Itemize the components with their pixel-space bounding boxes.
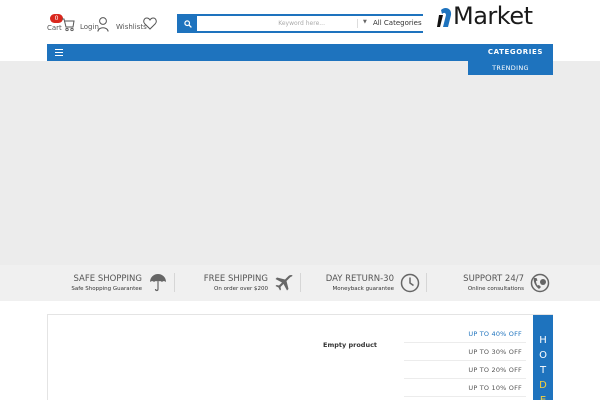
deal-tab-10[interactable]: UP TO 10% OFF (404, 379, 526, 397)
umbrella-icon (150, 274, 166, 292)
search-input[interactable] (199, 16, 329, 31)
hero-slider (0, 61, 600, 265)
cart-icon (62, 18, 75, 32)
feature-title: DAY RETURN-30 (325, 274, 394, 284)
deal-tab-40[interactable]: UP TO 40% OFF (404, 325, 526, 343)
search-icon (184, 19, 192, 28)
heart-icon (143, 17, 157, 30)
feature-subtitle: On order over $200 (214, 286, 268, 292)
category-select-label: All Categories (373, 19, 422, 27)
feature-free-shipping: FREE SHIPPING On order over $200 (176, 272, 298, 296)
empty-product-text: Empty product (323, 341, 378, 349)
caret-down-icon: ▼ (363, 19, 367, 25)
feature-support: SUPPORT 24/7 Online consultations (428, 272, 554, 296)
cart-label: Cart (47, 24, 62, 32)
hot-letter: O (539, 350, 547, 361)
divider (426, 273, 427, 292)
user-icon (97, 17, 109, 32)
divider (174, 273, 175, 292)
clock-icon (400, 273, 420, 293)
categories-button[interactable]: CATEGORIES (488, 48, 543, 56)
hot-deals-label: H O T D E (533, 315, 553, 400)
search-button[interactable] (179, 16, 197, 31)
feature-subtitle: Safe Shopping Guarantee (71, 286, 142, 292)
feature-title: SAFE SHOPPING (73, 274, 142, 284)
divider (357, 19, 358, 28)
features-strip: SAFE SHOPPING Safe Shopping Guarantee FR… (0, 265, 600, 301)
main-navbar: CATEGORIES (47, 44, 553, 61)
hot-letter: E (533, 393, 553, 400)
hot-letter: T (539, 365, 547, 376)
hot-deals-panel: Empty product UP TO 40% OFF UP TO 30% OF… (47, 314, 553, 400)
page: 0 Cart Login Wishlists Keyword here... ▼… (0, 0, 600, 400)
feature-title: FREE SHIPPING (203, 274, 268, 284)
feature-day-return: DAY RETURN-30 Moneyback guarantee (302, 272, 424, 296)
hot-letter: D (539, 380, 547, 391)
feature-title: SUPPORT 24/7 (463, 274, 524, 284)
phone-24h-icon (530, 273, 550, 293)
feature-subtitle: Online consultations (467, 286, 524, 292)
deal-tab-30[interactable]: UP TO 30% OFF (404, 343, 526, 361)
logo-text: Market (453, 2, 533, 30)
search-bar: ▼ All Categories (177, 14, 423, 33)
hamburger-menu-icon[interactable] (55, 49, 63, 56)
deal-tab-20[interactable]: UP TO 20% OFF (404, 361, 526, 379)
feature-subtitle: Moneyback guarantee (332, 286, 394, 292)
feature-safe-shopping: SAFE SHOPPING Safe Shopping Guarantee (46, 272, 172, 296)
cart-button[interactable]: 0 Cart (47, 14, 79, 34)
category-select[interactable]: ▼ All Categories (357, 16, 423, 31)
trending-tab[interactable]: TRENDING (468, 61, 553, 75)
divider (300, 273, 301, 292)
logo-mark-icon (437, 7, 452, 27)
hot-letter: H (539, 335, 547, 346)
airplane-icon (275, 274, 293, 291)
